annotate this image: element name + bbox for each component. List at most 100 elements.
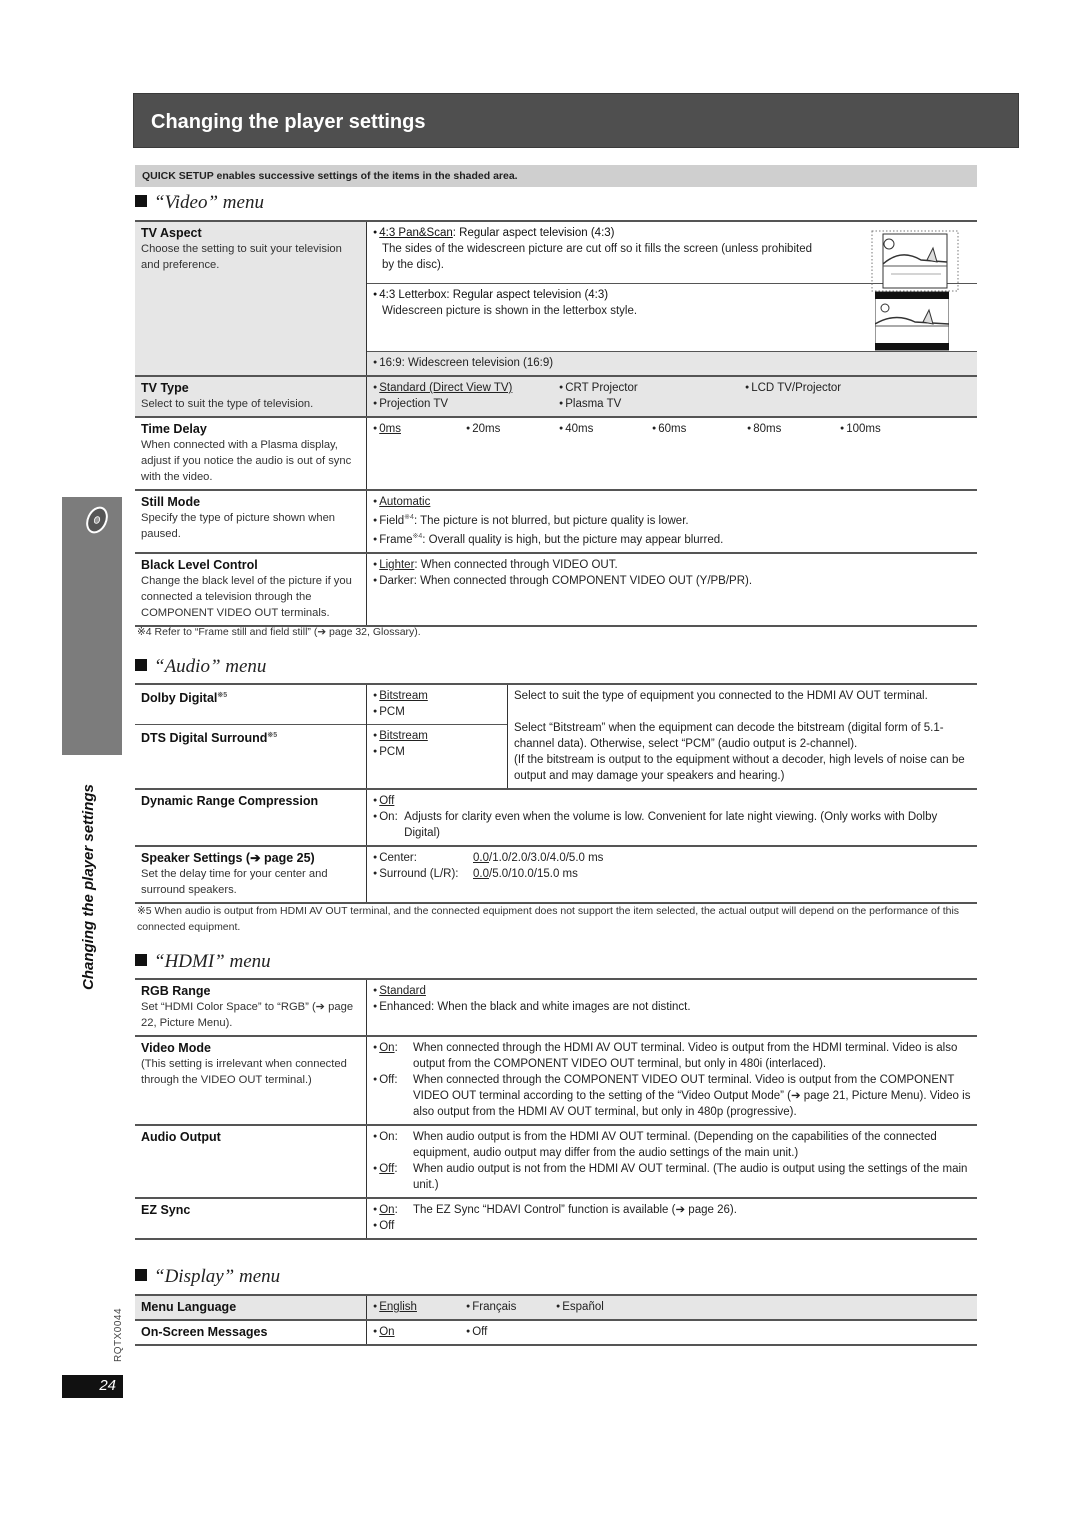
hdmi-menu-heading: “HDMI” menu (135, 951, 271, 973)
option-label: 80ms (753, 423, 782, 435)
dts-option[interactable]: Bitstream (373, 728, 501, 744)
osm-label: On-Screen Messages (141, 1325, 268, 1339)
option-label: Surround (L/R): (379, 868, 459, 880)
dolby-label-cell: Dolby Digital※5 (135, 684, 367, 725)
tv-type-option[interactable]: Standard (Direct View TV) (373, 380, 559, 396)
rgb-option[interactable]: Standard (373, 983, 971, 999)
dolby-options: Bitstream PCM (366, 684, 508, 725)
side-section-label: Changing the player settings (80, 784, 97, 990)
option-label: Field (379, 514, 405, 527)
shared-note-3: (If the bitstream is output to the equip… (514, 754, 965, 782)
ez-sync-option[interactable]: Off (373, 1218, 971, 1234)
tv-type-option[interactable]: LCD TV/Projector (745, 380, 945, 396)
menu-language-label: Menu Language (141, 1300, 237, 1314)
option-label: Frame (379, 533, 413, 546)
speaker-center-option[interactable]: Center: 0.0/1.0/2.0/3.0/4.0/5.0 ms (373, 850, 971, 866)
black-level-option[interactable]: Lighter: When connected through VIDEO OU… (373, 557, 971, 573)
ez-sync-label-cell: EZ Sync (135, 1198, 367, 1239)
video-mode-label: Video Mode (141, 1041, 211, 1055)
time-delay-option[interactable]: 20ms (466, 421, 559, 437)
menu-language-option[interactable]: English (373, 1299, 466, 1315)
option-label: Off (472, 1326, 488, 1338)
still-mode-option[interactable]: Field※4: The picture is not blurred, but… (373, 510, 971, 529)
option-detail: The sides of the widescreen picture are … (382, 243, 812, 271)
time-delay-option[interactable]: 40ms (559, 421, 652, 437)
tv-type-desc: Select to suit the type of television. (141, 398, 314, 410)
option-label: Bitstream (379, 730, 428, 742)
menu-language-option[interactable]: Español (556, 1301, 604, 1313)
dts-option[interactable]: PCM (373, 744, 501, 760)
tv-type-option[interactable]: Plasma TV (559, 396, 745, 412)
time-delay-option[interactable]: 0ms (373, 421, 466, 437)
menu-language-options: English Français Español (366, 1295, 977, 1320)
option-text: When audio output is from the HDMI AV OU… (413, 1131, 937, 1159)
osm-option[interactable]: Off (466, 1326, 487, 1338)
time-delay-label-cell: Time Delay When connected with a Plasma … (135, 417, 367, 490)
dts-label-cell: DTS Digital Surround※5 (135, 724, 367, 789)
audio-output-label: Audio Output (141, 1130, 221, 1144)
option-label: Center: (379, 852, 417, 864)
footnote-mark: ※4 (404, 514, 414, 521)
black-level-option[interactable]: Darker: When connected through COMPONENT… (373, 573, 971, 589)
black-level-desc: Change the black level of the picture if… (141, 574, 352, 619)
tv-aspect-option-pan-scan[interactable]: 4:3 Pan&Scan: Regular aspect television … (367, 221, 978, 292)
osm-option[interactable]: On (373, 1324, 466, 1340)
quick-setup-text: QUICK SETUP enables successive settings … (142, 170, 518, 182)
page-number: 24 (62, 1375, 123, 1398)
audio-output-option[interactable]: On:When audio output is from the HDMI AV… (373, 1129, 971, 1161)
tv-type-option[interactable]: CRT Projector (559, 380, 745, 396)
time-delay-option[interactable]: 80ms (747, 421, 840, 437)
still-mode-option[interactable]: Automatic (373, 494, 971, 510)
dolby-label: Dolby Digital (141, 691, 218, 706)
option-label: Standard (379, 985, 426, 997)
default-value: 0.0 (473, 868, 489, 880)
drc-label-cell: Dynamic Range Compression (135, 789, 367, 846)
option-label: Projection TV (379, 398, 449, 410)
tv-type-label: TV Type (141, 381, 189, 395)
default-value: 0.0 (473, 852, 489, 864)
footnote-mark: ※5 (267, 732, 278, 739)
option-label: On (379, 811, 395, 823)
drc-label: Dynamic Range Compression (141, 794, 319, 808)
square-bullet-icon (135, 1269, 147, 1281)
page-title-bar: Changing the player settings (133, 93, 1019, 148)
footnote-5: ※5 When audio is output from HDMI AV OUT… (137, 905, 960, 933)
dolby-option[interactable]: Bitstream (373, 688, 501, 704)
ez-sync-option[interactable]: On:The EZ Sync “HDAVI Control” function … (373, 1202, 971, 1218)
rgb-option[interactable]: Enhanced: When the black and white image… (373, 999, 971, 1015)
menu-language-option[interactable]: Français (466, 1299, 556, 1315)
rgb-label: RGB Range (141, 984, 211, 998)
time-delay-option[interactable]: 60ms (652, 421, 747, 437)
still-mode-label: Still Mode (141, 495, 201, 509)
dts-label: DTS Digital Surround (141, 731, 268, 746)
dolby-option[interactable]: PCM (373, 704, 501, 720)
speaker-label-cell: Speaker Settings (➔ page 25) Set the del… (135, 846, 367, 903)
still-mode-option[interactable]: Frame※4: Overall quality is high, but th… (373, 529, 971, 548)
speaker-label: Speaker Settings (➔ page 25) (141, 851, 315, 865)
drc-option[interactable]: On: Adjusts for clarity even when the vo… (373, 809, 971, 841)
tv-type-label-cell: TV Type Select to suit the type of telev… (135, 376, 367, 417)
tv-aspect-option-16-9[interactable]: 16:9: Widescreen television (16:9) (366, 351, 977, 376)
video-mode-option[interactable]: On:When connected through the HDMI AV OU… (373, 1040, 971, 1072)
speaker-options: Center: 0.0/1.0/2.0/3.0/4.0/5.0 ms Surrou… (367, 846, 978, 903)
drc-option[interactable]: Off (373, 793, 971, 809)
audio-menu-heading: “Audio” menu (135, 656, 266, 678)
table-row-ez-sync: EZ Sync On:The EZ Sync “HDAVI Control” f… (135, 1198, 977, 1239)
osm-options: On Off (367, 1320, 978, 1345)
video-menu-heading-text: “Video” menu (154, 192, 264, 213)
option-text: When connected through the HDMI AV OUT t… (413, 1042, 958, 1070)
audio-menu-table: Dolby Digital※5 Bitstream PCM Select to … (135, 683, 977, 904)
tv-type-option[interactable]: Projection TV (373, 396, 559, 412)
audio-output-option[interactable]: Off:When audio output is not from the HD… (373, 1161, 971, 1193)
option-text: : Regular aspect television (4:3) (452, 227, 615, 239)
speaker-surround-option[interactable]: Surround (L/R): 0.0/5.0/10.0/15.0 ms (373, 866, 971, 882)
speaker-desc: Set the delay time for your center and s… (141, 868, 328, 896)
tv-aspect-option-letterbox[interactable]: 4:3 Letterbox: Regular aspect television… (367, 284, 978, 352)
option-label: Automatic (379, 496, 431, 508)
table-row-video-mode: Video Mode (This setting is irrelevant w… (135, 1036, 977, 1125)
option-label: Off (379, 1074, 395, 1086)
audio-menu-heading-text: “Audio” menu (154, 656, 267, 677)
video-mode-option[interactable]: Off:When connected through the COMPONENT… (373, 1072, 971, 1120)
time-delay-option[interactable]: 100ms (840, 421, 881, 437)
drc-options: Off On: Adjusts for clarity even when th… (367, 789, 978, 846)
